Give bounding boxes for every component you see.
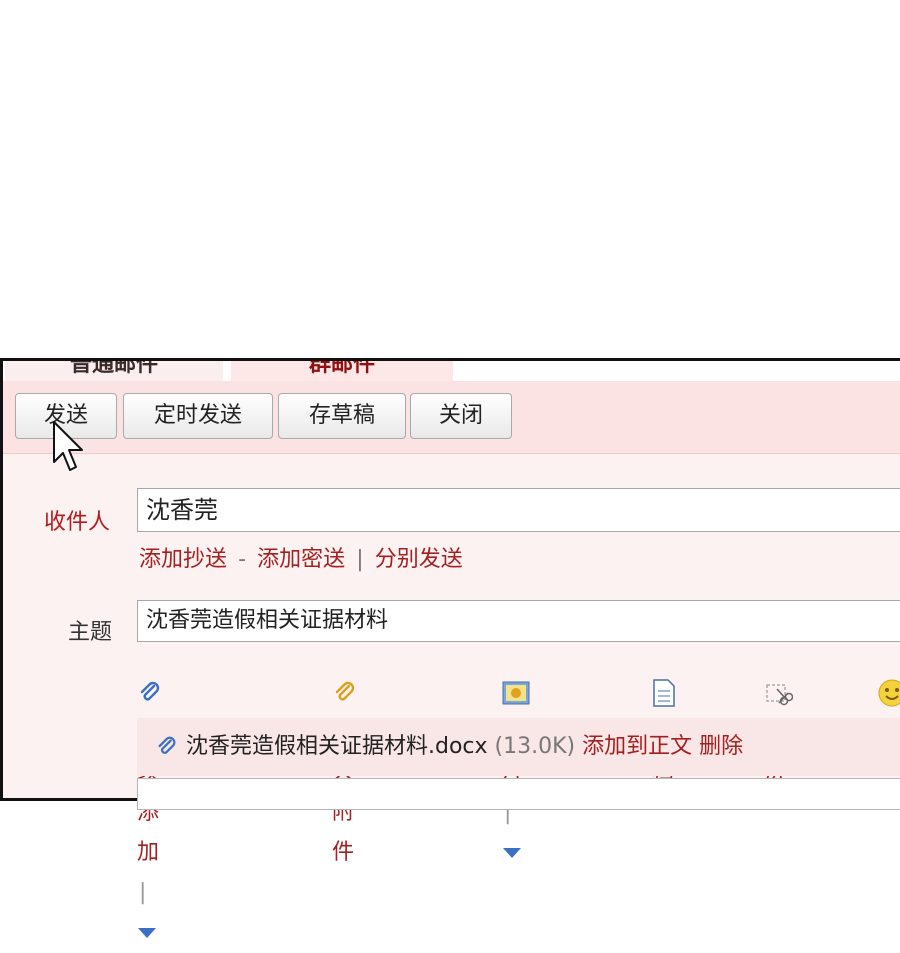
large-attachment-button[interactable]: 超大附件	[332, 673, 358, 865]
recipient-value: 沈香莞	[146, 496, 218, 524]
document-button[interactable]: 文档	[652, 673, 676, 785]
add-cc-link[interactable]: 添加抄送	[139, 547, 227, 572]
cc-bcc-separator: -	[238, 547, 247, 572]
delete-attachment-link[interactable]: 删除	[699, 734, 743, 759]
subject-label: 主题	[68, 620, 113, 645]
emoji-icon	[878, 679, 900, 707]
tab-group-mail[interactable]: 群邮件	[231, 361, 453, 383]
emoji-button[interactable]	[877, 673, 900, 713]
tab-normal-mail[interactable]: 普通邮件	[5, 361, 223, 383]
paperclip-icon	[335, 681, 355, 701]
add-to-body-link[interactable]: 添加到正文	[582, 734, 692, 759]
chevron-down-icon[interactable]	[502, 847, 522, 859]
paperclip-icon	[158, 736, 176, 754]
attached-file-row: 沈香莞造假相关证据材料.docx (13.0K) 添加到正文 删除	[137, 718, 900, 776]
recipient-field[interactable]: 沈香莞	[137, 488, 900, 532]
chevron-down-icon[interactable]	[137, 927, 157, 939]
document-icon	[653, 679, 675, 707]
attached-file-size: (13.0K)	[494, 734, 576, 759]
mouse-cursor-icon	[53, 421, 83, 471]
message-editor[interactable]	[137, 778, 900, 810]
scheduled-send-button[interactable]: 定时发送	[123, 393, 273, 439]
scissors-icon	[766, 684, 793, 706]
compose-toolbar: 发送 定时发送 存草稿 关闭	[3, 381, 900, 454]
recipient-label: 收件人	[44, 510, 111, 535]
attached-file-name: 沈香莞造假相关证据材料.docx	[186, 734, 488, 759]
photo-button[interactable]: 照片 |	[502, 673, 530, 858]
continue-add-button[interactable]: 继续添加 |	[137, 673, 163, 938]
close-button[interactable]: 关闭	[410, 393, 512, 439]
tab-strip: 普通邮件 群邮件	[3, 361, 900, 383]
subject-field[interactable]: 沈香莞造假相关证据材料	[137, 600, 900, 642]
recipient-options: 添加抄送 - 添加密送 | 分别发送	[139, 544, 463, 576]
photo-icon	[502, 681, 530, 705]
paperclip-icon	[140, 681, 160, 701]
screenshot-button[interactable]: 截屏	[765, 673, 793, 785]
subject-value: 沈香莞造假相关证据材料	[146, 608, 389, 633]
add-bcc-link[interactable]: 添加密送	[257, 547, 345, 572]
bcc-separate-divider: |	[356, 547, 364, 572]
save-draft-button[interactable]: 存草稿	[278, 393, 406, 439]
separate-send-link[interactable]: 分别发送	[375, 547, 463, 572]
